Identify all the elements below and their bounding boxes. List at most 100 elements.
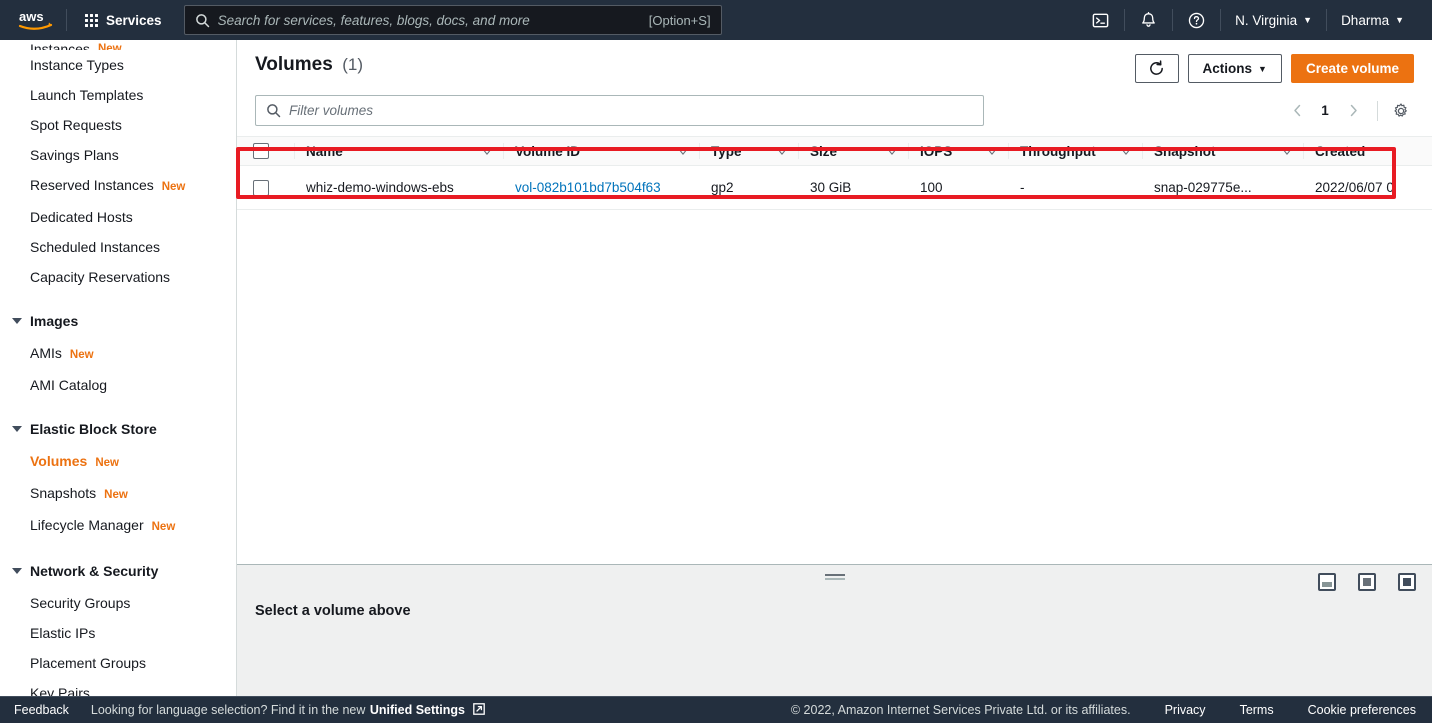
panel-full-icon[interactable] xyxy=(1398,573,1416,591)
aws-logo[interactable]: aws xyxy=(16,7,56,33)
sort-icon xyxy=(986,147,998,155)
sort-icon xyxy=(1120,147,1132,155)
sort-icon xyxy=(677,147,689,155)
sidebar-item-elastic-ips[interactable]: Elastic IPs xyxy=(0,618,236,648)
unified-settings-link[interactable]: Unified Settings xyxy=(370,703,465,717)
sidebar-section-network-security[interactable]: Network & Security xyxy=(0,554,236,588)
privacy-link[interactable]: Privacy xyxy=(1165,703,1206,717)
content-header: Volumes (1) Actions ▼ Create volume Filt… xyxy=(237,40,1432,126)
column-header-iops[interactable]: IOPS xyxy=(908,136,1008,166)
footer-right-group: © 2022, Amazon Internet Services Private… xyxy=(791,703,1432,717)
chevron-left-icon xyxy=(1293,104,1300,117)
column-header-throughput[interactable]: Throughput xyxy=(1008,136,1142,166)
create-volume-label: Create volume xyxy=(1305,61,1399,76)
filter-volumes-input[interactable] xyxy=(289,103,973,118)
sidebar-item-label: Elastic IPs xyxy=(30,625,96,641)
volume-id-link[interactable]: vol-082b101bd7b504f63 xyxy=(515,180,661,195)
column-header-label: Name xyxy=(306,143,343,159)
actions-label: Actions xyxy=(1202,61,1253,76)
table-row[interactable]: whiz-demo-windows-ebs vol-082b101bd7b504f… xyxy=(237,165,1432,210)
column-header-inner: Snapshot xyxy=(1154,144,1303,159)
sidebar-item-label: Lifecycle Manager xyxy=(30,517,144,533)
chevron-right-icon xyxy=(1350,104,1357,117)
create-volume-button[interactable]: Create volume xyxy=(1290,54,1414,83)
row-select-checkbox[interactable] xyxy=(253,179,269,196)
sidebar-item-security-groups[interactable]: Security Groups xyxy=(0,588,236,618)
cell-throughput: - xyxy=(1008,165,1142,210)
sidebar-section-elastic-block-store[interactable]: Elastic Block Store xyxy=(0,412,236,446)
cell-throughput-text: - xyxy=(1020,180,1025,195)
sidebar-item-instances[interactable]: Instances New xyxy=(0,40,236,50)
sidebar-item-new-badge: New xyxy=(104,489,128,501)
column-header-snapshot[interactable]: Snapshot xyxy=(1142,136,1303,166)
panel-bottom-icon[interactable] xyxy=(1318,573,1336,591)
global-search-box[interactable]: [Option+S] xyxy=(183,5,722,35)
sidebar-section-images[interactable]: Images xyxy=(0,304,236,338)
pagination-next-button[interactable] xyxy=(1339,97,1367,125)
column-header-size[interactable]: Size xyxy=(798,136,908,166)
column-header-inner: Size xyxy=(810,144,908,159)
refresh-button[interactable] xyxy=(1134,54,1179,83)
sidebar-item-lifecycle-manager[interactable]: Lifecycle Manager New xyxy=(0,510,236,542)
account-label: Dharma xyxy=(1341,12,1390,28)
sidebar-item-dedicated-hosts[interactable]: Dedicated Hosts xyxy=(0,202,236,232)
search-icon xyxy=(195,13,209,27)
filter-volumes-box[interactable] xyxy=(255,95,984,126)
sidebar-section-label: Images xyxy=(30,313,79,329)
sidebar-item-savings-plans[interactable]: Savings Plans xyxy=(0,140,236,170)
page-title: Volumes xyxy=(255,54,333,75)
sidebar-item-capacity-reservations[interactable]: Capacity Reservations xyxy=(0,262,236,292)
cell-size: 30 GiB xyxy=(798,165,908,210)
cell-snapshot-text: snap-029775e... xyxy=(1154,180,1252,195)
sidebar-item-snapshots[interactable]: Snapshots New xyxy=(0,478,236,510)
services-menu-button[interactable]: Services xyxy=(77,8,170,33)
sidebar-item-label: Launch Templates xyxy=(30,87,144,103)
notifications-button[interactable] xyxy=(1125,0,1172,40)
triangle-down-icon xyxy=(12,568,22,574)
cell-size-text: 30 GiB xyxy=(810,180,852,195)
cell-iops: 100 xyxy=(908,165,1008,210)
column-header-label: Volume ID xyxy=(515,143,581,159)
cell-name: whiz-demo-windows-ebs xyxy=(294,165,503,210)
cloudshell-button[interactable] xyxy=(1077,0,1124,40)
terms-link[interactable]: Terms xyxy=(1240,703,1274,717)
table-head: Name Volume ID Type Size IOPS Throughput… xyxy=(237,136,1432,166)
language-notice: Looking for language selection? Find it … xyxy=(91,701,486,720)
panel-side-icon[interactable] xyxy=(1358,573,1376,591)
sidebar-item-scheduled-instances[interactable]: Scheduled Instances xyxy=(0,232,236,262)
actions-dropdown-button[interactable]: Actions ▼ xyxy=(1187,54,1282,83)
sidebar-item-amis[interactable]: AMIs New xyxy=(0,338,236,370)
column-header-created[interactable]: Created xyxy=(1303,136,1432,166)
table-preferences-button[interactable] xyxy=(1388,98,1414,124)
chevron-down-icon: ▼ xyxy=(1258,63,1267,74)
triangle-down-icon xyxy=(12,318,22,324)
resize-handle[interactable] xyxy=(824,574,845,580)
select-all-checkbox[interactable] xyxy=(253,143,269,159)
table-body: whiz-demo-windows-ebs vol-082b101bd7b504f… xyxy=(237,165,1432,210)
column-header-name[interactable]: Name xyxy=(294,136,503,166)
sidebar-item-reserved-instances[interactable]: Reserved Instances New xyxy=(0,170,236,202)
help-button[interactable] xyxy=(1173,0,1220,40)
sidebar-item-label: AMI Catalog xyxy=(30,377,108,393)
sidebar-item-list: Instances New Instance Types Launch Templat… xyxy=(0,40,236,723)
refresh-icon xyxy=(1150,60,1163,75)
pagination-page-1[interactable]: 1 xyxy=(1313,103,1337,118)
column-header-type[interactable]: Type xyxy=(699,136,798,166)
sidebar-item-launch-templates[interactable]: Launch Templates xyxy=(0,80,236,110)
sidebar-item-ami-catalog[interactable]: AMI Catalog xyxy=(0,370,236,400)
sidebar-navigation: Instances New Instance Types Launch Templat… xyxy=(0,40,237,723)
sidebar-item-volumes[interactable]: Volumes New xyxy=(0,446,236,478)
feedback-link[interactable]: Feedback xyxy=(14,703,69,717)
column-header-volume-id[interactable]: Volume ID xyxy=(503,136,699,166)
account-menu[interactable]: Dharma ▼ xyxy=(1327,0,1418,40)
sort-icon xyxy=(1281,147,1293,155)
region-selector[interactable]: N. Virginia ▼ xyxy=(1221,0,1326,40)
sidebar-item-new-badge: New xyxy=(151,521,176,533)
global-search-input[interactable] xyxy=(217,12,649,28)
sidebar-item-spot-requests[interactable]: Spot Requests xyxy=(0,110,236,140)
cookie-preferences-link[interactable]: Cookie preferences xyxy=(1308,703,1416,717)
pagination-prev-button[interactable] xyxy=(1283,97,1311,125)
sidebar-item-placement-groups[interactable]: Placement Groups xyxy=(0,648,236,678)
cell-iops-text: 100 xyxy=(920,180,943,195)
sidebar-item-instance-types[interactable]: Instance Types xyxy=(0,50,236,80)
